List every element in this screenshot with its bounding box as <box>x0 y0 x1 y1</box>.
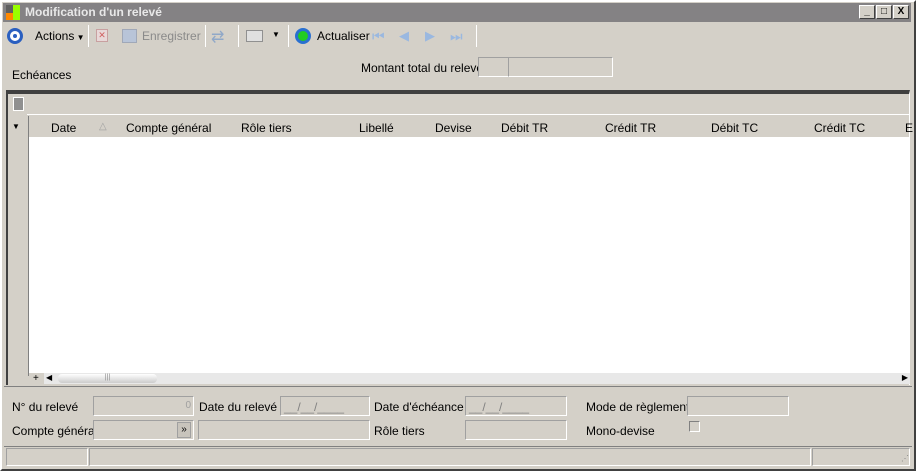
column-header-account[interactable]: Compte général <box>126 121 211 135</box>
save-icon[interactable] <box>122 29 137 43</box>
close-button[interactable]: X <box>893 5 909 19</box>
window-title: Modification d'un relevé <box>25 5 162 19</box>
resize-grip-icon[interactable]: ⋰ <box>901 454 909 463</box>
mono-currency-label: Mono-devise <box>586 424 655 438</box>
refresh-button[interactable]: Actualiser <box>317 26 370 46</box>
previous-record-icon[interactable]: ◀ <box>399 26 409 46</box>
third-party-role-label: Rôle tiers <box>374 424 425 438</box>
status-pane <box>6 448 88 466</box>
column-header-date[interactable]: Date <box>51 121 76 135</box>
separator <box>205 25 206 47</box>
scroll-right-icon[interactable]: ▶ <box>902 373 908 382</box>
column-header-label[interactable]: Libellé <box>359 121 394 135</box>
column-menu-icon[interactable]: ▼ <box>12 122 20 131</box>
payment-mode-label: Mode de règlement <box>586 400 690 414</box>
statement-number-label: N° du relevé <box>12 400 79 414</box>
sort-ascending-icon[interactable]: △ <box>99 121 107 132</box>
horizontal-scrollbar[interactable]: ◀ ||| ▶ <box>44 373 910 384</box>
general-account-field[interactable]: » <box>93 420 194 440</box>
document-icon[interactable] <box>13 97 24 111</box>
minimize-button[interactable]: _ <box>859 5 875 19</box>
sync-icon[interactable]: ⇄ <box>211 27 224 47</box>
section-label: Echéances <box>12 68 72 82</box>
mono-currency-checkbox[interactable] <box>689 421 700 432</box>
general-account-label: Compte général <box>12 424 98 438</box>
double-chevron-down-icon[interactable]: » <box>177 422 191 438</box>
separator <box>476 25 477 47</box>
total-label: Montant total du relevé <box>361 61 484 75</box>
separator <box>88 25 89 47</box>
status-bar: ⋰ <box>4 448 912 467</box>
column-header-currency[interactable]: Devise <box>435 121 472 135</box>
column-header-credit-tc[interactable]: Crédit TC <box>814 121 865 135</box>
app-icon <box>6 5 20 20</box>
print-icon[interactable] <box>246 30 263 42</box>
add-row-button[interactable]: + <box>33 373 39 384</box>
title-bar: Modification d'un relevé _ □ X <box>3 3 911 22</box>
chevron-down-icon: ▼ <box>74 33 85 42</box>
maximize-button[interactable]: □ <box>876 5 892 19</box>
scroll-left-icon[interactable]: ◀ <box>46 373 52 382</box>
chevron-down-icon[interactable]: ▼ <box>272 30 280 39</box>
column-header-debit-tr[interactable]: Débit TR <box>501 121 548 135</box>
column-header-more[interactable]: E <box>905 121 913 135</box>
statement-date-field[interactable]: __/__/____ <box>280 396 370 416</box>
statement-number-field[interactable]: 0 <box>93 396 194 416</box>
due-date-label: Date d'échéance <box>374 400 464 414</box>
general-account-name-field[interactable] <box>198 420 370 440</box>
scroll-thumb[interactable]: ||| <box>58 374 157 383</box>
target-icon[interactable] <box>7 28 23 44</box>
separator <box>288 25 289 47</box>
status-pane <box>812 448 910 466</box>
status-pane <box>89 448 811 466</box>
payment-mode-field[interactable] <box>687 396 789 416</box>
last-record-icon[interactable]: ⏭ <box>450 26 463 46</box>
separator <box>238 25 239 47</box>
statement-date-label: Date du relevé <box>199 400 278 414</box>
total-amount-field[interactable] <box>508 57 613 77</box>
next-record-icon[interactable]: ▶ <box>425 26 435 46</box>
actions-menu[interactable]: Actions ▼ <box>35 26 85 46</box>
entries-grid: ▼ Date △ Compte général Rôle tiers Libel… <box>6 90 913 385</box>
delete-icon[interactable]: ✕ <box>96 29 108 42</box>
third-party-role-field[interactable] <box>465 420 567 440</box>
refresh-icon[interactable] <box>295 28 311 44</box>
column-header-debit-tc[interactable]: Débit TC <box>711 121 758 135</box>
save-button[interactable]: Enregistrer <box>142 26 201 46</box>
grid-body[interactable] <box>29 137 910 373</box>
actions-label: Actions <box>35 29 75 43</box>
column-header-role[interactable]: Rôle tiers <box>241 121 292 135</box>
first-record-icon[interactable]: ⏮ <box>372 26 385 46</box>
column-header-credit-tr[interactable]: Crédit TR <box>605 121 656 135</box>
due-date-field[interactable]: __/__/____ <box>465 396 567 416</box>
total-currency-field[interactable] <box>478 57 509 77</box>
